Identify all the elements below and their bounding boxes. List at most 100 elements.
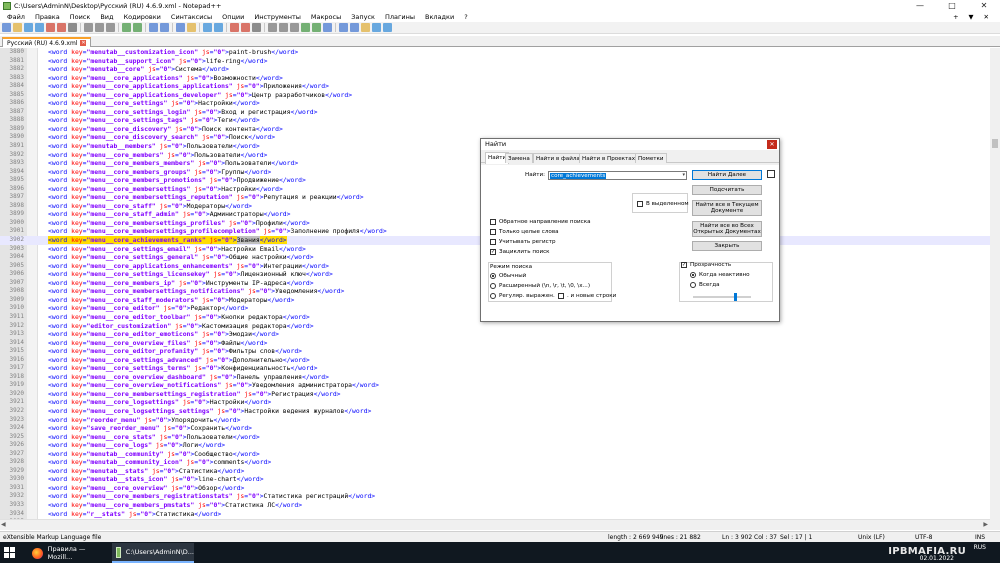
count-button[interactable]: Подсчитать [692,185,762,195]
menu-item[interactable]: Вкладки [420,13,459,21]
code-line[interactable]: 3880 <word key="menutab__customization_ic… [0,48,990,57]
save-all-icon[interactable] [35,23,44,32]
menu-right-control[interactable]: + [948,13,963,21]
find-next-button[interactable]: Найти Далее [692,170,762,180]
stop-icon[interactable] [350,23,359,32]
code-line[interactable]: 3885 <word key="menu__core_applications_d… [0,91,990,100]
fold-all-icon[interactable] [268,23,277,32]
code-line[interactable]: 3923 <word key="reorder_menu" js="0">Упор… [0,416,990,425]
menu-item[interactable]: Опции [217,13,249,21]
tab-close-icon[interactable]: ✕ [80,40,87,46]
code-line[interactable]: 3933 <word key="menu__core_members_pmstat… [0,501,990,510]
find-all-open-button[interactable]: Найти все во Всех Открытых Документах [692,221,762,237]
document-tab[interactable]: Русский (RU) 4.6.9.xml ✕ [2,37,92,47]
code-line[interactable]: 3889 <word key="menu__core_discovery" js=… [0,125,990,134]
menu-item[interactable]: Плагины [380,13,420,21]
zoom-in-icon[interactable] [176,23,185,32]
code-line[interactable]: 3917 <word key="menu__core_settings_terms… [0,364,990,373]
vertical-scrollbar[interactable] [990,48,1000,530]
save-icon[interactable] [24,23,33,32]
menu-item[interactable]: Инструменты [249,13,306,21]
folder-workspace-icon[interactable] [312,23,321,32]
menu-item[interactable]: ? [459,13,472,21]
code-line[interactable]: 3914 <word key="menu__core_overview_files… [0,339,990,348]
close-icon[interactable] [46,23,55,32]
save-macro-icon[interactable] [383,23,392,32]
code-line[interactable]: 3932 <word key="menu__core_members_regist… [0,492,990,501]
print-icon[interactable] [68,23,77,32]
monitor-icon[interactable] [323,23,332,32]
close-all-icon[interactable] [57,23,66,32]
minimize-button[interactable]: — [904,0,936,11]
always-radio[interactable]: Всегда [690,282,720,288]
option-checkbox[interactable]: ✓ Зациклить поиск [490,249,550,255]
clock-date[interactable]: 02.01.2022 [920,555,954,562]
search-mode-radio[interactable]: Расширенный (\n, \r, \t, \0, \x...) [490,283,590,289]
code-line[interactable]: 3916 <word key="menu__core_settings_advan… [0,356,990,365]
code-line[interactable]: 3928 <word key="menutab__community_icon" … [0,458,990,467]
code-line[interactable]: 3921 <word key="menu__core_logsettings" j… [0,398,990,407]
code-line[interactable]: 3929 <word key="menutab__stats" js="0">Ст… [0,467,990,476]
code-line[interactable]: 3920 <word key="menu__core_membersettings… [0,390,990,399]
code-line[interactable]: 3882 <word key="menutab__core" js="0">Сис… [0,65,990,74]
find-dialog-close-icon[interactable]: ✕ [767,140,777,149]
sync-v-icon[interactable] [203,23,212,32]
find-dialog-tab[interactable]: Найти в Проектах [579,153,639,163]
search-mode-radio[interactable]: Регуляр. выражен. [490,293,555,299]
horizontal-scrollbar[interactable]: ◀ ▶ [0,519,990,530]
code-line[interactable]: 3915 <word key="menu__core_editor_profani… [0,347,990,356]
sync-h-icon[interactable] [214,23,223,32]
record-icon[interactable] [339,23,348,32]
code-line[interactable]: 3922 <word key="menu__core_logsettings_se… [0,407,990,416]
cut-icon[interactable] [84,23,93,32]
code-line[interactable]: 3886 <word key="menu__core_settings" js="… [0,99,990,108]
windows-start-icon[interactable] [4,547,15,558]
copy-icon[interactable] [95,23,104,32]
option-checkbox[interactable]: Только целые слова [490,229,559,235]
open-file-icon[interactable] [13,23,22,32]
find-all-current-button[interactable]: Найти все в Текущем Документе [692,200,762,216]
scroll-left-icon[interactable]: ◀ [1,521,6,528]
chevron-down-icon[interactable]: ▾ [682,172,685,178]
in-selection-checkbox[interactable]: В выделенном [637,201,689,207]
input-language[interactable]: RUS [974,544,986,551]
menu-item[interactable]: Синтаксисы [166,13,217,21]
find-input[interactable]: core_achievements ▾ [548,171,687,180]
redo-icon[interactable] [133,23,142,32]
option-checkbox[interactable]: Обратное направление поиска [490,219,591,225]
code-line[interactable]: 3913 <word key="menu__core_editor_emotico… [0,330,990,339]
maximize-button[interactable]: □ [936,0,968,11]
code-line[interactable]: 3925 <word key="menu__core_stats" js="0">… [0,433,990,442]
slider-knob[interactable] [734,293,737,301]
menu-item[interactable]: Файл [2,13,30,21]
menu-item[interactable]: Вид [95,13,118,21]
find-icon[interactable] [149,23,158,32]
unfold-all-icon[interactable] [279,23,288,32]
option-checkbox[interactable]: Учитывать регистр [490,239,556,245]
play-icon[interactable] [361,23,370,32]
menu-item[interactable]: Поиск [65,13,96,21]
code-line[interactable]: 3884 <word key="menu__core_applications_a… [0,82,990,91]
all-chars-icon[interactable] [241,23,250,32]
transparency-checkbox[interactable]: ✓ Прозрачность [681,262,731,268]
code-line[interactable]: 3912 <word key="editor_customization" js=… [0,322,990,331]
code-line[interactable]: 3888 <word key="menu__core_settings_tags"… [0,116,990,125]
menu-item[interactable]: Запуск [346,13,380,21]
extra-checkbox[interactable] [767,170,775,178]
code-line[interactable]: 3883 <word key="menu__core_applications" … [0,74,990,83]
taskbar-item-notepadpp[interactable]: C:\Users\AdminN\D... [112,543,194,563]
newline-checkbox[interactable]: . и новые строки [558,293,616,299]
when-inactive-radio[interactable]: Когда неактивно [690,272,750,278]
play-multiple-icon[interactable] [372,23,381,32]
new-file-icon[interactable] [2,23,11,32]
zoom-out-icon[interactable] [187,23,196,32]
scroll-right-icon[interactable]: ▶ [983,521,988,528]
indent-guide-icon[interactable] [252,23,261,32]
function-list-icon[interactable] [301,23,310,32]
menu-right-control[interactable]: ✕ [979,13,994,21]
code-line[interactable]: 3934 <word key="r__stats" js="0">Статисти… [0,510,990,519]
code-line[interactable]: 3931 <word key="menu__core_overview" js="… [0,484,990,493]
code-line[interactable]: 3930 <word key="menutab__stats_icon" js="… [0,475,990,484]
close-dialog-button[interactable]: Закрыть [692,241,762,251]
menu-right-control[interactable]: ▼ [964,13,979,21]
